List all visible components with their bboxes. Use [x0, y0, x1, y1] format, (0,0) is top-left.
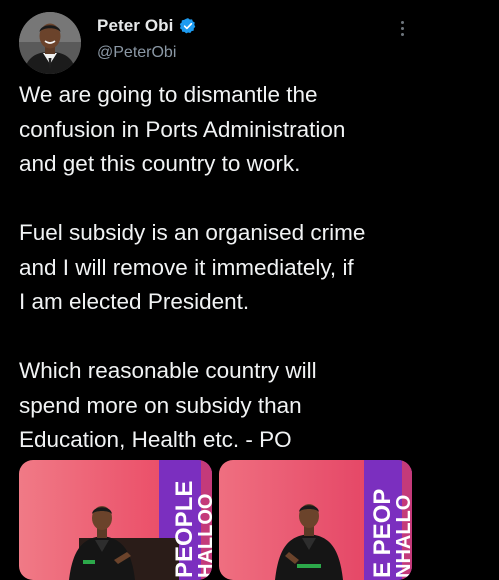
tweet-paragraph: We are going to dismantle the confusion … — [19, 82, 346, 176]
avatar[interactable] — [19, 12, 81, 74]
banner-text: E PEOP — [369, 489, 396, 578]
tweet-media-photo[interactable]: PEOPLE HALLOO — [19, 460, 212, 580]
tweet-paragraph: Which reasonable country will spend more… — [19, 358, 317, 452]
more-dot — [400, 32, 404, 36]
stage-photo: PEOPLE HALLOO — [19, 460, 212, 580]
verified-badge-icon — [180, 18, 196, 34]
tweet: Peter Obi @PeterObi We are going to dism… — [0, 0, 499, 580]
tweet-media-photo[interactable]: E PEOP NHALLO — [219, 460, 412, 580]
more-dot — [400, 26, 404, 30]
avatar-image — [19, 12, 81, 74]
banner-text: PEOPLE — [171, 481, 198, 578]
banner-text: NHALLO — [393, 495, 412, 578]
author-display-name[interactable]: Peter Obi — [97, 16, 173, 36]
author-handle[interactable]: @PeterObi — [97, 44, 176, 62]
author-name-row: Peter Obi — [97, 16, 197, 36]
more-vertical-icon[interactable] — [391, 16, 413, 40]
tweet-text: We are going to dismantle the confusion … — [19, 78, 479, 458]
stage-photo: E PEOP NHALLO — [219, 460, 412, 580]
more-dot — [400, 20, 404, 24]
tweet-paragraph: Fuel subsidy is an organised crime and I… — [19, 220, 366, 314]
banner-text: HALLOO — [195, 494, 212, 578]
